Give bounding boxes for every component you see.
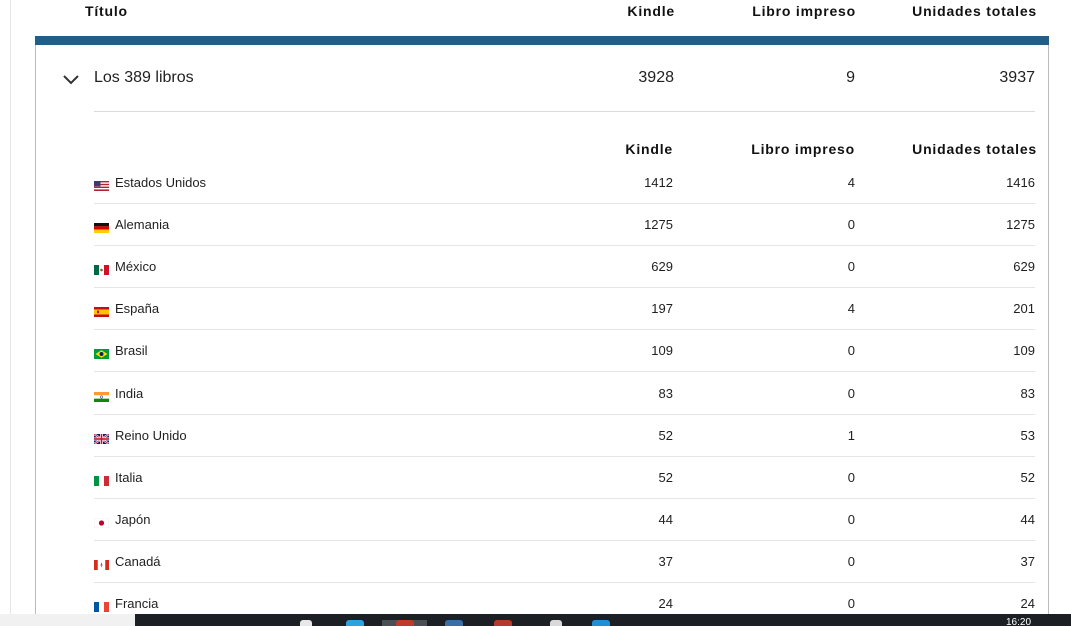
panel-accent-bar xyxy=(35,36,1049,45)
kindle-units: 1412 xyxy=(644,175,673,190)
task-view-icon[interactable] xyxy=(300,620,312,626)
country-row: Canadá 37 0 37 xyxy=(94,540,1035,583)
kindle-units: 24 xyxy=(658,596,673,611)
country-name: India xyxy=(115,386,144,401)
total-units: 24 xyxy=(1020,596,1035,611)
print-units: 0 xyxy=(847,554,855,569)
print-units: 0 xyxy=(847,343,855,358)
kindle-units: 37 xyxy=(658,554,673,569)
print-units: 0 xyxy=(847,596,855,611)
br-flag-icon xyxy=(94,346,109,359)
es-flag-icon xyxy=(94,304,109,317)
total-units: 83 xyxy=(1020,386,1035,401)
country-row: India 83 0 83 xyxy=(94,372,1035,415)
book-row-total: 3937 xyxy=(999,69,1035,86)
total-units: 37 xyxy=(1020,554,1035,569)
kindle-units: 629 xyxy=(651,259,673,274)
print-units: 4 xyxy=(847,175,855,190)
breakdown-header-total: Unidades totales xyxy=(912,141,1037,157)
taskbar-clock[interactable]: 16:20 xyxy=(1006,617,1031,626)
in-flag-icon xyxy=(94,389,109,402)
total-units: 201 xyxy=(1013,301,1035,316)
app-icon[interactable] xyxy=(494,620,512,626)
app-icon[interactable] xyxy=(445,620,463,626)
country-name: Francia xyxy=(115,596,159,611)
gb-flag-icon xyxy=(93,431,110,445)
page-left-divider xyxy=(10,0,11,614)
country-name: Japón xyxy=(115,512,151,527)
country-name: Brasil xyxy=(115,343,148,358)
kindle-units: 197 xyxy=(651,301,673,316)
kindle-units: 44 xyxy=(658,512,673,527)
column-header-title: Título xyxy=(85,3,128,19)
country-name: Canadá xyxy=(115,554,161,569)
country-row: Estados Unidos 1412 4 1416 xyxy=(94,161,1035,204)
column-header-print: Libro impreso xyxy=(752,3,856,19)
app-icon[interactable] xyxy=(592,620,610,626)
total-units: 1275 xyxy=(1006,217,1035,232)
book-row-kindle: 3928 xyxy=(638,69,674,86)
total-units: 44 xyxy=(1020,512,1035,527)
print-units: 4 xyxy=(847,301,855,316)
total-units: 109 xyxy=(1013,343,1035,358)
print-units: 0 xyxy=(847,259,855,274)
print-units: 0 xyxy=(847,217,855,232)
kindle-units: 52 xyxy=(658,470,673,485)
app-icon[interactable] xyxy=(550,620,562,626)
country-row: México 629 0 629 xyxy=(94,245,1035,288)
book-row-title: Los 389 libros xyxy=(94,69,194,86)
chevron-down-icon[interactable] xyxy=(62,70,80,88)
breakdown-header-print: Libro impreso xyxy=(751,141,855,157)
total-units: 629 xyxy=(1013,259,1035,274)
column-header-kindle: Kindle xyxy=(627,3,675,19)
country-row: Italia 52 0 52 xyxy=(94,456,1035,499)
kindle-units: 83 xyxy=(658,386,673,401)
de-flag-icon xyxy=(94,220,109,233)
ca-flag-icon xyxy=(94,557,109,570)
country-name: Estados Unidos xyxy=(115,175,207,190)
print-units: 0 xyxy=(847,512,855,527)
edge-browser-icon[interactable] xyxy=(346,620,364,626)
os-taskbar: 16:20 xyxy=(0,614,1071,626)
book-row-print: 9 xyxy=(846,69,855,86)
book-row-divider xyxy=(94,111,1035,112)
country-name: México xyxy=(115,259,157,274)
print-units: 0 xyxy=(847,386,855,401)
breakdown-header-kindle: Kindle xyxy=(625,141,673,157)
column-header-total: Unidades totales xyxy=(912,3,1037,19)
country-row: España 197 4 201 xyxy=(94,287,1035,330)
country-name: Italia xyxy=(115,470,143,485)
country-name: Alemania xyxy=(115,217,170,232)
us-flag-icon xyxy=(94,178,109,191)
country-row: Brasil 109 0 109 xyxy=(94,329,1035,372)
country-name: España xyxy=(115,301,160,316)
total-units: 53 xyxy=(1020,428,1035,443)
country-row: Japón 44 0 44 xyxy=(93,498,1035,541)
total-units: 1416 xyxy=(1006,175,1035,190)
it-flag-icon xyxy=(94,473,109,486)
kindle-units: 109 xyxy=(651,343,673,358)
taskbar-search-area[interactable] xyxy=(0,614,135,626)
print-units: 1 xyxy=(847,428,855,443)
kindle-units: 52 xyxy=(658,428,673,443)
fr-flag-icon xyxy=(94,599,109,612)
chrome-icon[interactable] xyxy=(396,620,414,626)
mx-flag-icon xyxy=(94,262,109,275)
jp-flag-icon xyxy=(93,515,110,529)
country-row: Reino Unido 52 1 53 xyxy=(93,414,1035,457)
kindle-units: 1275 xyxy=(644,217,673,232)
print-units: 0 xyxy=(847,470,855,485)
country-name: Reino Unido xyxy=(115,428,187,443)
country-row: Alemania 1275 0 1275 xyxy=(94,203,1035,246)
total-units: 52 xyxy=(1020,470,1035,485)
